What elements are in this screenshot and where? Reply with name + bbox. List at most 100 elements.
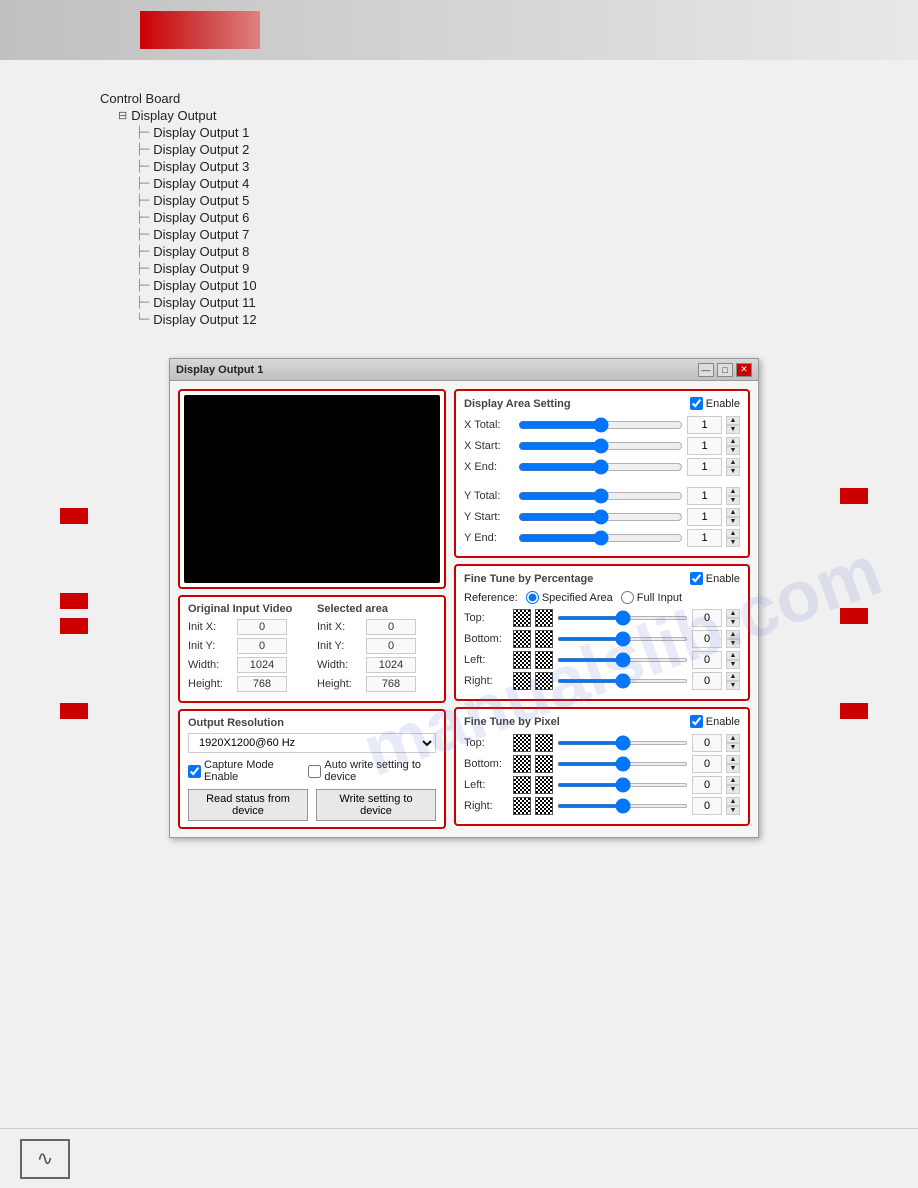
- tree-child-8[interactable]: ├─ Display Output 8: [136, 243, 838, 260]
- full-input-radio[interactable]: [621, 591, 634, 604]
- pct-right-slider[interactable]: [557, 679, 688, 683]
- pct-right-icon2[interactable]: [535, 672, 553, 690]
- capture-mode-checkbox[interactable]: [188, 765, 201, 778]
- pct-bottom-input[interactable]: [692, 630, 722, 648]
- tree-parent-display-output[interactable]: ⊟ Display Output: [118, 107, 838, 124]
- x-start-input[interactable]: [687, 437, 722, 455]
- tree-child-1[interactable]: ├─ Display Output 1: [136, 124, 838, 141]
- px-bottom-icon1[interactable]: [513, 755, 531, 773]
- x-total-down[interactable]: ▼: [726, 425, 740, 434]
- pct-left-down[interactable]: ▼: [726, 660, 740, 669]
- tree-child-4[interactable]: ├─ Display Output 4: [136, 175, 838, 192]
- pct-top-up[interactable]: ▲: [726, 609, 740, 618]
- px-top-icon2[interactable]: [535, 734, 553, 752]
- y-total-input[interactable]: [687, 487, 722, 505]
- fine-tune-pct-checkbox[interactable]: [690, 572, 703, 585]
- x-start-slider[interactable]: [518, 437, 683, 455]
- px-right-icon1[interactable]: [513, 797, 531, 815]
- tree-child-11[interactable]: ├─ Display Output 11: [136, 294, 838, 311]
- tree-child-2[interactable]: ├─ Display Output 2: [136, 141, 838, 158]
- x-end-down[interactable]: ▼: [726, 467, 740, 476]
- px-left-up[interactable]: ▲: [726, 776, 740, 785]
- pct-top-icon2[interactable]: [535, 609, 553, 627]
- pct-bottom-icon1[interactable]: [513, 630, 531, 648]
- px-top-input[interactable]: [692, 734, 722, 752]
- px-left-input[interactable]: [692, 776, 722, 794]
- px-bottom-up[interactable]: ▲: [726, 755, 740, 764]
- write-setting-button[interactable]: Write setting to device: [316, 789, 436, 821]
- display-area-enable-checkbox[interactable]: [690, 397, 703, 410]
- px-bottom-icon2[interactable]: [535, 755, 553, 773]
- pct-top-input[interactable]: [692, 609, 722, 627]
- y-total-up[interactable]: ▲: [726, 487, 740, 496]
- px-right-up[interactable]: ▲: [726, 797, 740, 806]
- pct-top-icon1[interactable]: [513, 609, 531, 627]
- pct-left-slider[interactable]: [557, 658, 688, 662]
- y-end-up[interactable]: ▲: [726, 529, 740, 538]
- pct-left-up[interactable]: ▲: [726, 651, 740, 660]
- y-end-down[interactable]: ▼: [726, 538, 740, 547]
- tree-child-3[interactable]: ├─ Display Output 3: [136, 158, 838, 175]
- x-end-input[interactable]: [687, 458, 722, 476]
- pct-bottom-slider[interactable]: [557, 637, 688, 641]
- x-end-up[interactable]: ▲: [726, 458, 740, 467]
- px-top-slider[interactable]: [557, 741, 688, 745]
- pct-left-input[interactable]: [692, 651, 722, 669]
- px-top-icon1[interactable]: [513, 734, 531, 752]
- full-input-radio-item: Full Input: [621, 591, 682, 604]
- px-bottom-input[interactable]: [692, 755, 722, 773]
- x-total-up[interactable]: ▲: [726, 416, 740, 425]
- y-start-down[interactable]: ▼: [726, 517, 740, 526]
- tree-child-12[interactable]: └─ Display Output 12: [136, 311, 838, 328]
- fine-tune-px-checkbox[interactable]: [690, 715, 703, 728]
- tree-child-6[interactable]: ├─ Display Output 6: [136, 209, 838, 226]
- pct-left-icon2[interactable]: [535, 651, 553, 669]
- y-total-down[interactable]: ▼: [726, 496, 740, 505]
- px-right-input[interactable]: [692, 797, 722, 815]
- x-total-input[interactable]: [687, 416, 722, 434]
- px-bottom-down[interactable]: ▼: [726, 764, 740, 773]
- auto-write-checkbox[interactable]: [308, 765, 321, 778]
- pct-right-up[interactable]: ▲: [726, 672, 740, 681]
- y-end-input[interactable]: [687, 529, 722, 547]
- pct-right-input[interactable]: [692, 672, 722, 690]
- px-left-slider[interactable]: [557, 783, 688, 787]
- tree-child-10[interactable]: ├─ Display Output 10: [136, 277, 838, 294]
- px-left-icon2[interactable]: [535, 776, 553, 794]
- px-right-icon2[interactable]: [535, 797, 553, 815]
- pct-right-icon1[interactable]: [513, 672, 531, 690]
- x-total-slider[interactable]: [518, 416, 683, 434]
- pct-top-slider[interactable]: [557, 616, 688, 620]
- pct-bottom-down[interactable]: ▼: [726, 639, 740, 648]
- resolution-dropdown[interactable]: 1920X1200@60 Hz 1920X1080@60 Hz 1280X720…: [188, 733, 436, 753]
- x-end-slider[interactable]: [518, 458, 683, 476]
- px-left-down[interactable]: ▼: [726, 785, 740, 794]
- tree-child-9[interactable]: ├─ Display Output 9: [136, 260, 838, 277]
- y-start-slider[interactable]: [518, 508, 683, 526]
- pct-bottom-up[interactable]: ▲: [726, 630, 740, 639]
- maximize-button[interactable]: □: [717, 363, 733, 377]
- px-bottom-slider[interactable]: [557, 762, 688, 766]
- px-top-down[interactable]: ▼: [726, 743, 740, 752]
- tree-child-7[interactable]: ├─ Display Output 7: [136, 226, 838, 243]
- y-total-slider[interactable]: [518, 487, 683, 505]
- minimize-button[interactable]: —: [698, 363, 714, 377]
- px-right-down[interactable]: ▼: [726, 806, 740, 815]
- pct-top-down[interactable]: ▼: [726, 618, 740, 627]
- tree-root[interactable]: Control Board: [100, 90, 838, 107]
- pct-bottom-icon2[interactable]: [535, 630, 553, 648]
- close-button[interactable]: ✕: [736, 363, 752, 377]
- read-status-button[interactable]: Read status from device: [188, 789, 308, 821]
- specified-area-radio[interactable]: [526, 591, 539, 604]
- x-start-up[interactable]: ▲: [726, 437, 740, 446]
- x-start-down[interactable]: ▼: [726, 446, 740, 455]
- px-right-slider[interactable]: [557, 804, 688, 808]
- pct-left-icon1[interactable]: [513, 651, 531, 669]
- y-start-input[interactable]: [687, 508, 722, 526]
- tree-child-5[interactable]: ├─ Display Output 5: [136, 192, 838, 209]
- pct-right-down[interactable]: ▼: [726, 681, 740, 690]
- px-top-up[interactable]: ▲: [726, 734, 740, 743]
- y-start-up[interactable]: ▲: [726, 508, 740, 517]
- px-left-icon1[interactable]: [513, 776, 531, 794]
- y-end-slider[interactable]: [518, 529, 683, 547]
